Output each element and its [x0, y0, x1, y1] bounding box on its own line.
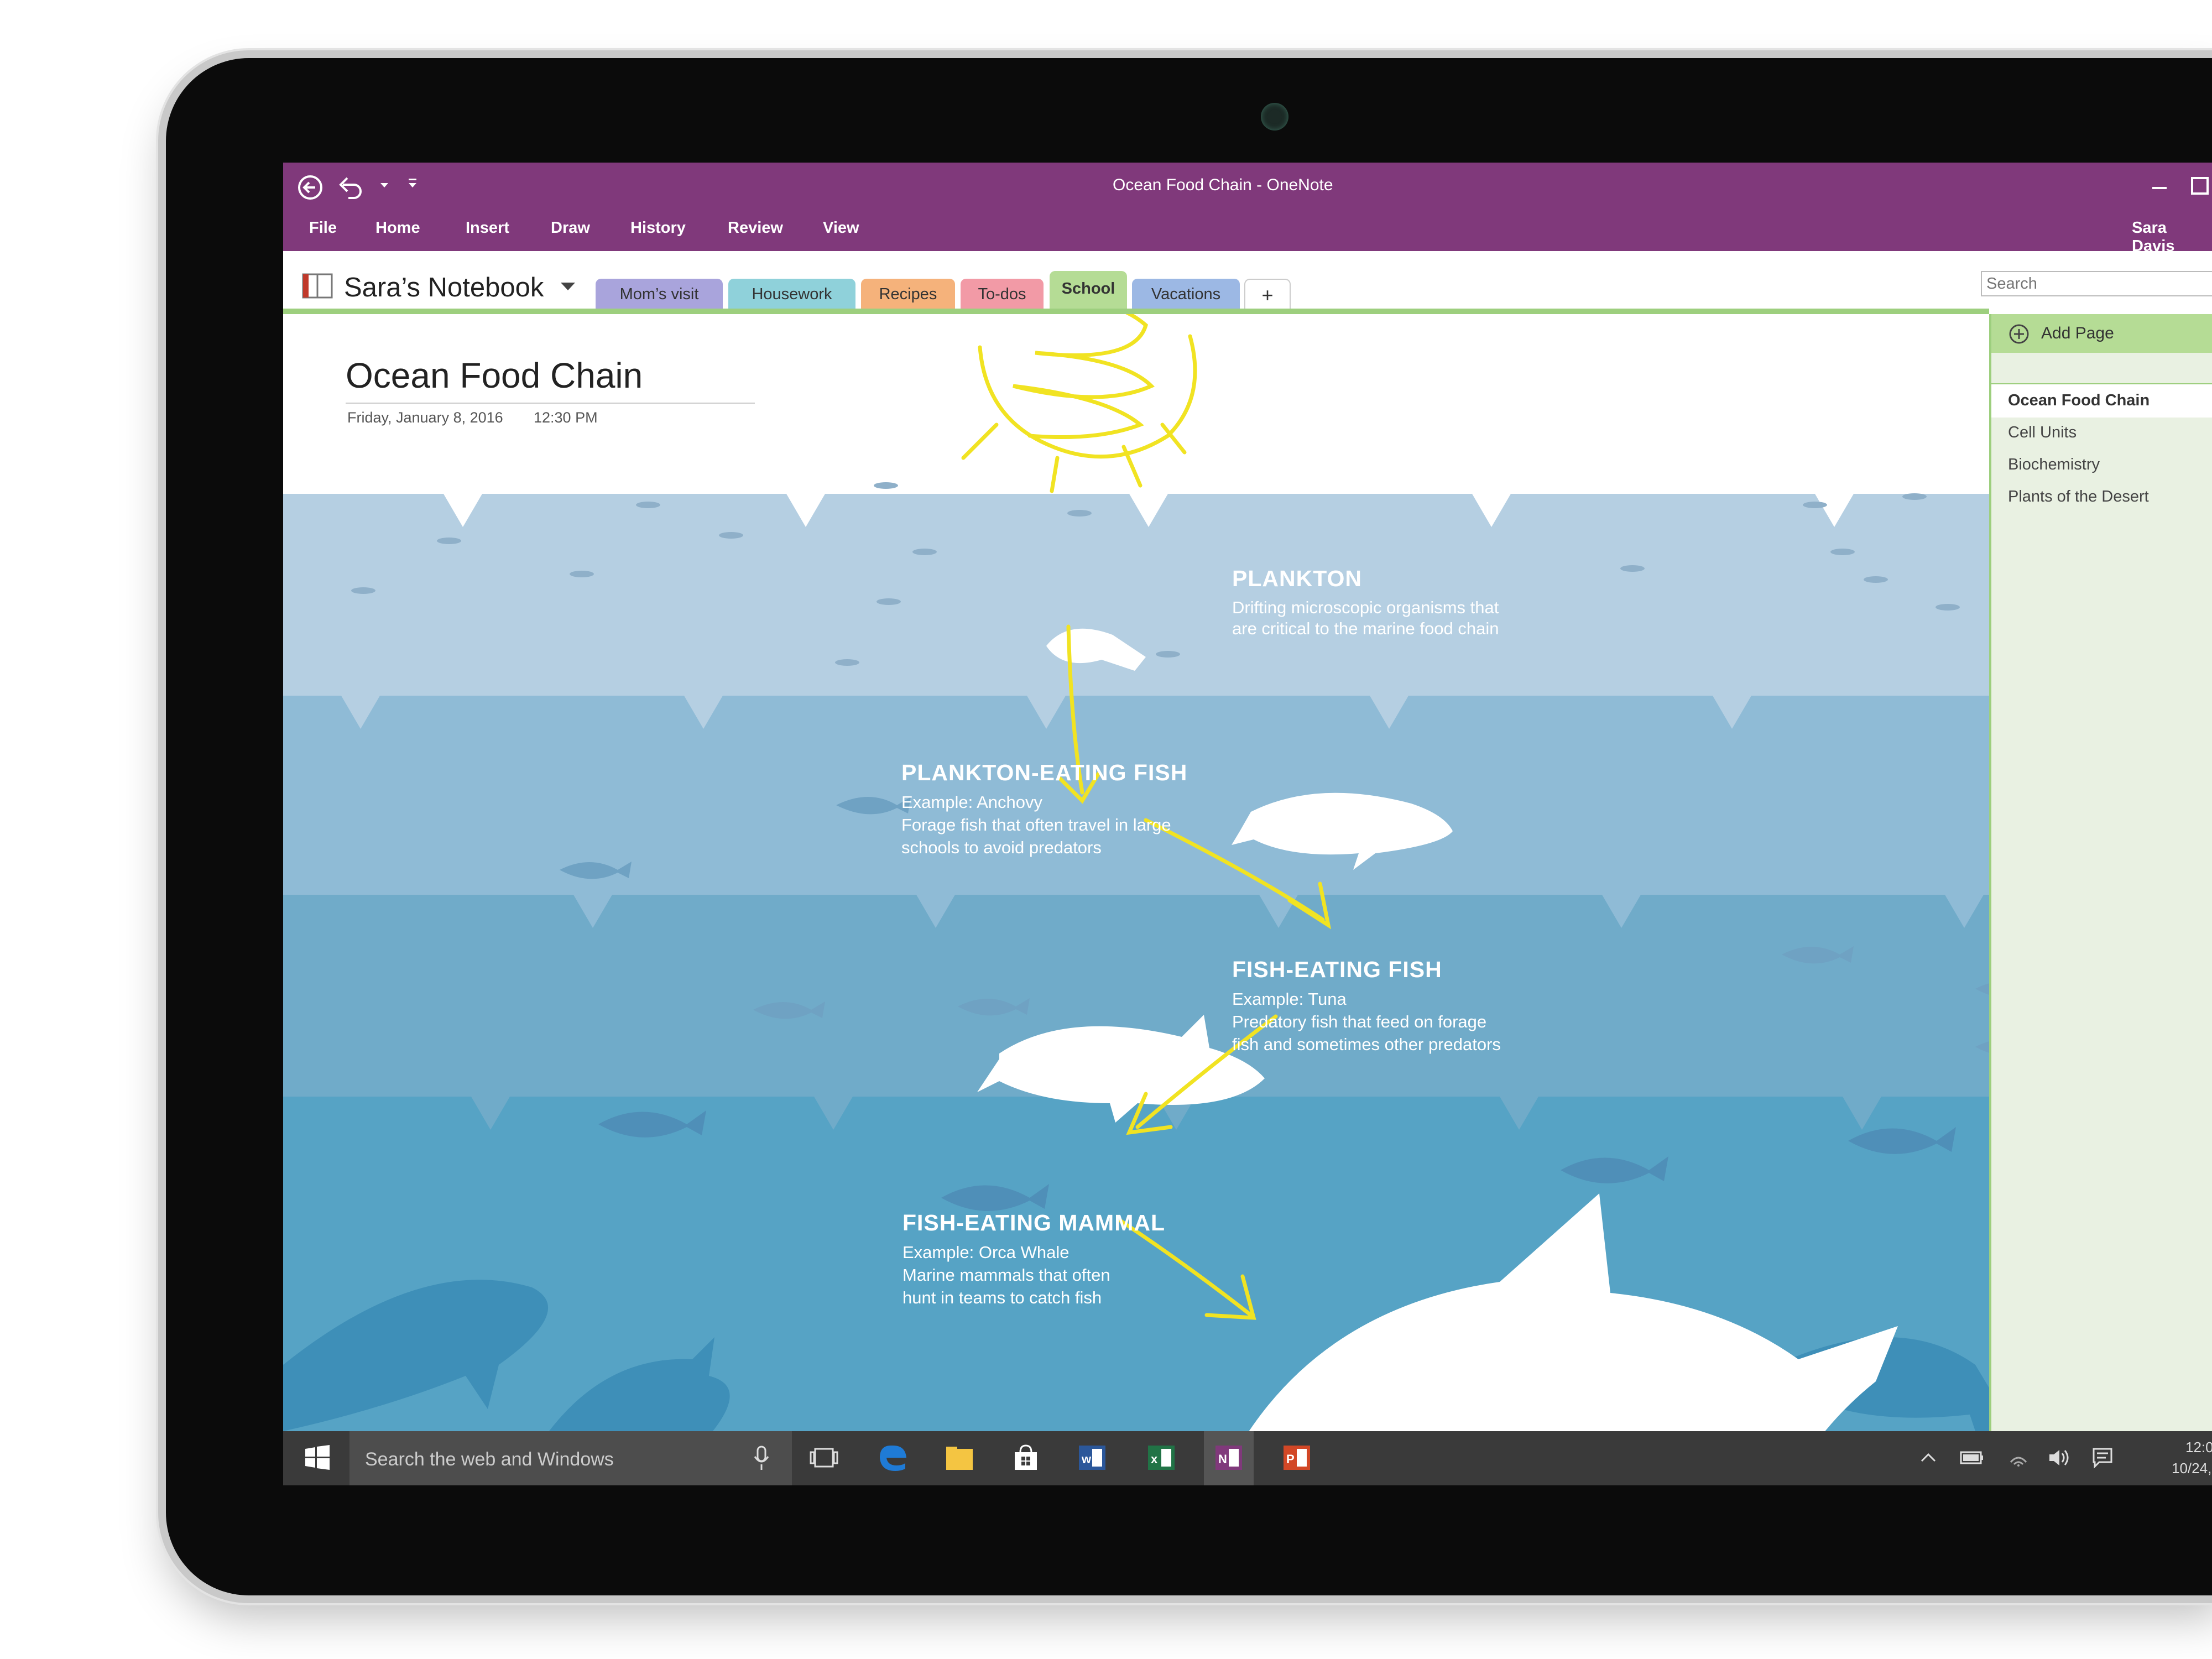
maximize-button[interactable] [2191, 177, 2209, 195]
desc-fef-line2: Predatory fish that feed on forage [1232, 1012, 1487, 1031]
notebook-dropdown-icon[interactable] [560, 281, 576, 292]
clock-date[interactable]: 10/24, [2172, 1460, 2211, 1477]
undo-icon[interactable] [337, 175, 364, 199]
add-section-button[interactable]: + [1244, 279, 1291, 311]
section-color-bar [283, 309, 1989, 314]
wifi-icon[interactable] [2008, 1449, 2028, 1467]
desc-fem-line1: Example: Orca Whale [902, 1243, 1070, 1262]
menu-insert[interactable]: Insert [466, 219, 509, 237]
tab-to-dos[interactable]: To-dos [961, 279, 1044, 310]
action-center-icon[interactable] [2091, 1447, 2114, 1469]
clock-time[interactable]: 12:0 [2185, 1439, 2212, 1456]
page-item-biochemistry[interactable]: Biochemistry [2008, 456, 2100, 474]
onenote-icon[interactable]: N [1213, 1442, 1244, 1473]
start-icon[interactable] [304, 1444, 331, 1471]
chevron-up-icon[interactable] [1920, 1451, 1937, 1464]
desc-fef-line3: fish and sometimes other predators [1232, 1035, 1501, 1054]
undo-dropdown-icon[interactable] [379, 181, 389, 189]
powerpoint-icon[interactable]: P [1281, 1442, 1312, 1473]
heading-fish-eating-fish: FISH-EATING FISH [1232, 957, 1442, 982]
tab-recipes[interactable]: Recipes [861, 279, 955, 310]
desc-fem-line3: hunt in teams to catch fish [902, 1288, 1102, 1307]
volume-icon[interactable] [2047, 1448, 2069, 1468]
svg-text:x: x [1151, 1452, 1158, 1466]
camera [1261, 103, 1288, 131]
heading-fish-eating-mammal: FISH-EATING MAMMAL [902, 1210, 1166, 1235]
notebook-icon[interactable] [301, 272, 334, 300]
task-view-icon[interactable] [808, 1442, 839, 1473]
add-page-icon [2009, 324, 2029, 344]
notches-row1 [444, 494, 1854, 527]
background-plankton [351, 482, 1960, 666]
screen: Ocean Food Chain - OneNote File Home Ins… [283, 163, 2212, 1485]
tab-housework[interactable]: Housework [728, 279, 855, 310]
svg-text:P: P [1286, 1452, 1295, 1466]
search-input[interactable] [1981, 271, 2212, 296]
tab-school[interactable]: School [1050, 271, 1127, 310]
title-bar: Ocean Food Chain - OneNote File Home Ins… [283, 163, 2212, 255]
tab-moms-visit[interactable]: Mom’s visit [596, 279, 723, 310]
pages-panel: Add Page Ocean Food Chain Cell Units Bio… [1989, 314, 2212, 1431]
taskbar: Search the web and Windows w x N P 12:0 … [283, 1431, 2212, 1485]
tuna-shape [977, 1015, 1265, 1123]
midwater-fish [598, 1110, 1956, 1211]
add-page-button[interactable]: Add Page [1991, 314, 2212, 353]
battery-icon[interactable] [1960, 1450, 1984, 1465]
orca-shape [1249, 1193, 1898, 1431]
store-icon[interactable] [1010, 1442, 1041, 1473]
add-page-label: Add Page [2041, 324, 2114, 342]
desc-pef-line3: schools to avoid predators [901, 838, 1102, 857]
menu-home[interactable]: Home [375, 219, 420, 237]
back-icon[interactable] [296, 174, 324, 201]
notches-row2 [341, 696, 1751, 729]
window-title: Ocean Food Chain - OneNote [1113, 176, 1333, 194]
notebook-name[interactable]: Sara’s Notebook [344, 272, 544, 303]
customize-toolbar-icon[interactable] [407, 177, 418, 189]
notches-row3 [573, 895, 1984, 928]
food-chain-artwork [283, 314, 1989, 1431]
edge-icon[interactable] [878, 1442, 909, 1473]
page-canvas: Ocean Food Chain Friday, January 8, 2016… [283, 314, 1989, 1431]
desc-plankton-line2: are critical to the marine food chain [1232, 619, 1499, 638]
anchovy-shape [1232, 792, 1453, 870]
page-item-ocean-food-chain[interactable]: Ocean Food Chain [2008, 392, 2150, 410]
word-icon[interactable]: w [1077, 1442, 1108, 1473]
tab-vacations[interactable]: Vacations [1132, 279, 1240, 310]
desc-pef-line2: Forage fish that often travel in large [901, 815, 1171, 834]
taskbar-search-text: Search the web and Windows [365, 1449, 614, 1470]
excel-icon[interactable]: x [1146, 1442, 1177, 1473]
plankton-shape [1019, 593, 1146, 671]
menu-history[interactable]: History [630, 219, 686, 237]
page-item-plants-of-the-desert[interactable]: Plants of the Desert [2008, 488, 2149, 506]
heading-plankton-eating-fish: PLANKTON-EATING FISH [901, 760, 1188, 785]
desc-fem-line2: Marine mammals that often [902, 1265, 1110, 1285]
menu-draw[interactable]: Draw [551, 219, 590, 237]
microphone-icon[interactable] [753, 1446, 770, 1471]
menu-review[interactable]: Review [728, 219, 783, 237]
desc-pef-line1: Example: Anchovy [901, 792, 1043, 812]
svg-text:N: N [1218, 1452, 1227, 1466]
minimize-button[interactable] [2152, 187, 2167, 189]
page-item-cell-units[interactable]: Cell Units [2008, 424, 2077, 442]
desc-fef-line1: Example: Tuna [1232, 989, 1347, 1009]
heading-plankton: PLANKTON [1232, 566, 1363, 591]
menu-view[interactable]: View [823, 219, 859, 237]
desc-plankton-line1: Drifting microscopic organisms that [1232, 598, 1499, 617]
user-name[interactable]: Sara Davis [2132, 219, 2212, 255]
menu-file[interactable]: File [309, 219, 337, 237]
svg-text:w: w [1081, 1452, 1092, 1466]
file-explorer-icon[interactable] [944, 1442, 975, 1473]
sun-scribble [978, 314, 1197, 459]
